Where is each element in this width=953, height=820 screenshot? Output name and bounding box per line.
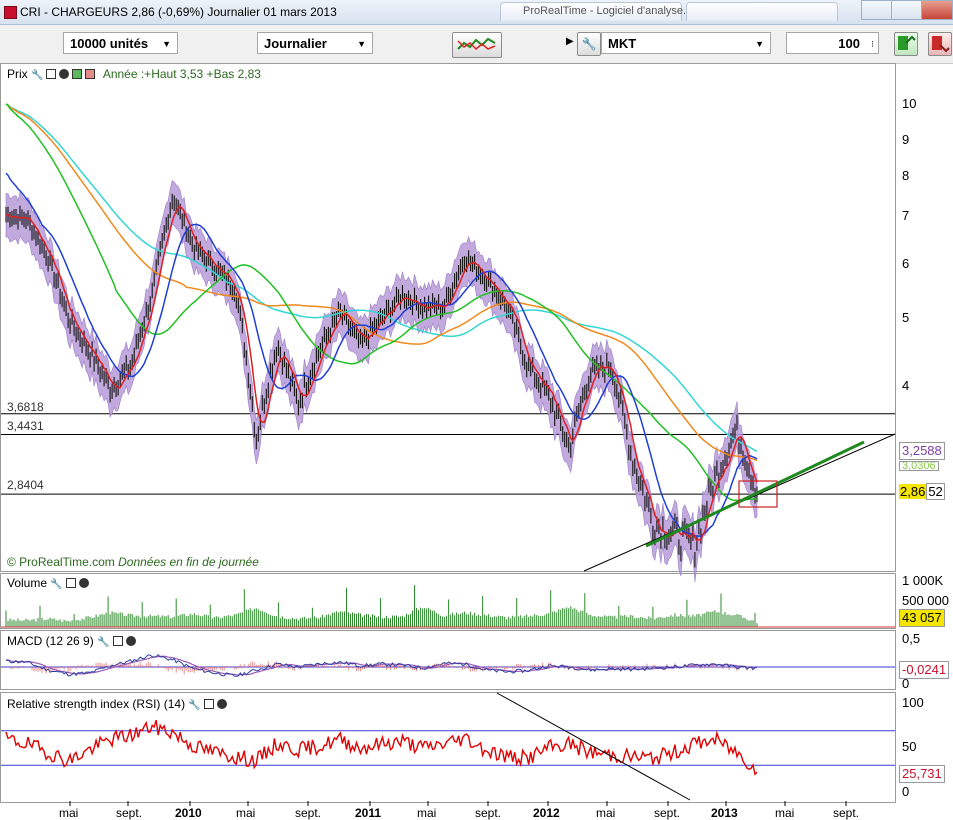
x-tick: mai <box>59 806 79 820</box>
x-tick: mai <box>775 806 795 820</box>
rsi-line <box>5 719 758 776</box>
y-tick-6: 6 <box>902 256 910 271</box>
last-price-main: 2,86 <box>899 484 927 499</box>
macd-line <box>5 653 758 677</box>
rsi-last-tag: 25,731 <box>899 765 945 783</box>
y-tick-7: 7 <box>902 208 910 223</box>
y-tick-10: 10 <box>902 96 917 111</box>
ma-top-tag: 3,2588 <box>899 442 945 460</box>
x-tick: sept. <box>833 806 860 820</box>
rsi-trendline <box>496 692 691 801</box>
last-price-tail: 52 <box>926 483 945 500</box>
rsi-tick-50: 50 <box>902 739 917 754</box>
last-price-tag: 2,86 52 <box>899 483 945 500</box>
x-tick: mai <box>417 806 437 820</box>
x-tick: mai <box>236 806 256 820</box>
volume-tick-500k: 500 000 <box>902 593 949 608</box>
y-tick-4: 4 <box>902 378 910 393</box>
y-tick-9: 9 <box>902 132 910 147</box>
x-tick: 2010 <box>175 806 202 820</box>
y-tick-8: 8 <box>902 168 910 183</box>
x-tick: sept. <box>654 806 681 820</box>
volume-last-tag: 43 057 <box>899 609 945 627</box>
chart-svg <box>1 103 896 806</box>
x-tick: 2011 <box>355 806 382 820</box>
rsi-tick-0: 0 <box>902 784 910 799</box>
x-tick: sept. <box>295 806 322 820</box>
volume-bars <box>5 585 758 627</box>
rsi-tick-100: 100 <box>902 695 924 710</box>
macd-signal-line <box>5 655 758 676</box>
x-tick: mai <box>596 806 616 820</box>
volume-tick-1000k: 1 000K <box>902 573 944 588</box>
x-tick: 2013 <box>711 806 738 820</box>
macd-last-tag: -0,0241 <box>899 661 950 679</box>
macd-tick-05: 0,5 <box>902 631 921 646</box>
y-tick-5: 5 <box>902 310 910 325</box>
x-tick: 2012 <box>533 806 560 820</box>
ma-mid-tag: 3,0306 <box>899 461 939 471</box>
x-tick: sept. <box>475 806 502 820</box>
x-tick: sept. <box>116 806 143 820</box>
